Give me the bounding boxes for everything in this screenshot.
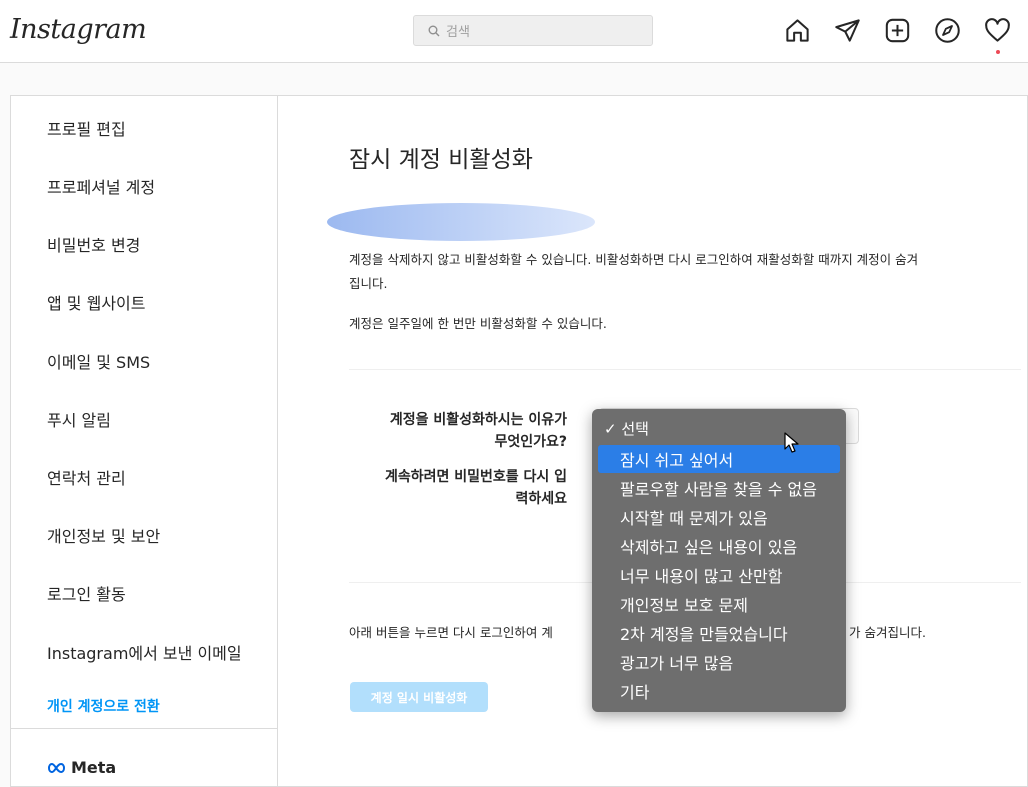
sidebar-item-professional-account[interactable]: 프로페셔널 계정 [47,174,155,198]
divider [349,369,1021,370]
settings-sidebar: 프로필 편집 프로페셔널 계정 비밀번호 변경 앱 및 웹사이트 이메일 및 S… [11,96,278,786]
sidebar-item-login-activity[interactable]: 로그인 활동 [47,581,126,605]
sidebar-item-manage-contacts[interactable]: 연락처 관리 [47,465,126,489]
search-icon [428,25,440,36]
sidebar-item-push-notifications[interactable]: 푸시 알림 [47,407,111,431]
dropdown-header-select[interactable]: ✓ 선택 [598,414,840,442]
dropdown-option[interactable]: 시작할 때 문제가 있음 [598,503,840,531]
reason-label: 계정을 비활성화하시는 이유가 무엇인가요? [389,412,567,450]
sidebar-divider [11,728,277,729]
description-weekly-limit: 계정은 일주일에 한 번만 비활성화할 수 있습니다. [349,316,607,331]
explore-icon[interactable] [934,17,961,44]
reason-dropdown-menu: ✓ 선택 잠시 쉬고 싶어서 팔로우할 사람을 찾을 수 없음 시작할 때 문제… [592,409,846,712]
meta-infinity-icon [48,762,65,773]
sidebar-item-privacy-security[interactable]: 개인정보 및 보안 [47,523,160,547]
sidebar-item-edit-profile[interactable]: 프로필 편집 [47,116,126,140]
top-navigation-bar: Instagram 검색 [0,0,1028,63]
heart-icon[interactable] [984,17,1011,54]
dropdown-option[interactable]: 잠시 쉬고 싶어서 [598,445,840,473]
dropdown-option[interactable]: 광고가 너무 많음 [598,648,840,676]
send-icon[interactable] [834,17,861,44]
meta-label: Meta [71,758,117,777]
mouse-cursor-icon [784,432,799,453]
page-title: 잠시 계정 비활성화 [349,147,533,173]
notification-dot [996,50,1000,54]
sidebar-item-apps-websites[interactable]: 앱 및 웹사이트 [47,290,146,314]
search-placeholder: 검색 [446,25,470,40]
meta-logo: Meta [47,758,116,777]
dropdown-option[interactable]: 삭제하고 싶은 내용이 있음 [598,532,840,560]
sidebar-item-change-password[interactable]: 비밀번호 변경 [47,232,140,256]
dropdown-option[interactable]: 기타 [598,677,840,705]
sidebar-item-email-sms[interactable]: 이메일 및 SMS [47,349,150,373]
sidebar-item-switch-to-personal[interactable]: 개인 계정으로 전환 [47,696,160,716]
password-label: 계속하려면 비밀번호를 다시 입 력하세요 [384,469,567,507]
dropdown-option[interactable]: 개인정보 보호 문제 [598,590,840,618]
deactivate-account-button[interactable]: 계정 일시 비활성화 [350,682,488,712]
new-post-icon[interactable] [884,17,911,44]
instagram-logo[interactable]: Instagram [10,14,147,45]
sidebar-item-emails-from-instagram[interactable]: Instagram에서 보낸 이메일 [47,640,242,664]
description-line-2: 집니다. [349,276,388,291]
settings-panel: 프로필 편집 프로페셔널 계정 비밀번호 변경 앱 및 웹사이트 이메일 및 S… [10,95,1028,787]
dropdown-option[interactable]: 너무 내용이 많고 산만함 [598,561,840,589]
redacted-username [327,203,595,241]
dropdown-option[interactable]: 2차 계정을 만들었습니다 [598,619,840,647]
bottom-description-left: 아래 버튼을 누르면 다시 로그인하여 계 [349,625,553,640]
bottom-description-right: 가 숨겨집니다. [849,625,926,640]
search-input[interactable]: 검색 [413,15,653,46]
dropdown-option[interactable]: 팔로우할 사람을 찾을 수 없음 [598,474,840,502]
home-icon[interactable] [784,17,811,44]
description-line-1: 계정을 삭제하지 않고 비활성화할 수 있습니다. 비활성화하면 다시 로그인하… [349,252,919,267]
